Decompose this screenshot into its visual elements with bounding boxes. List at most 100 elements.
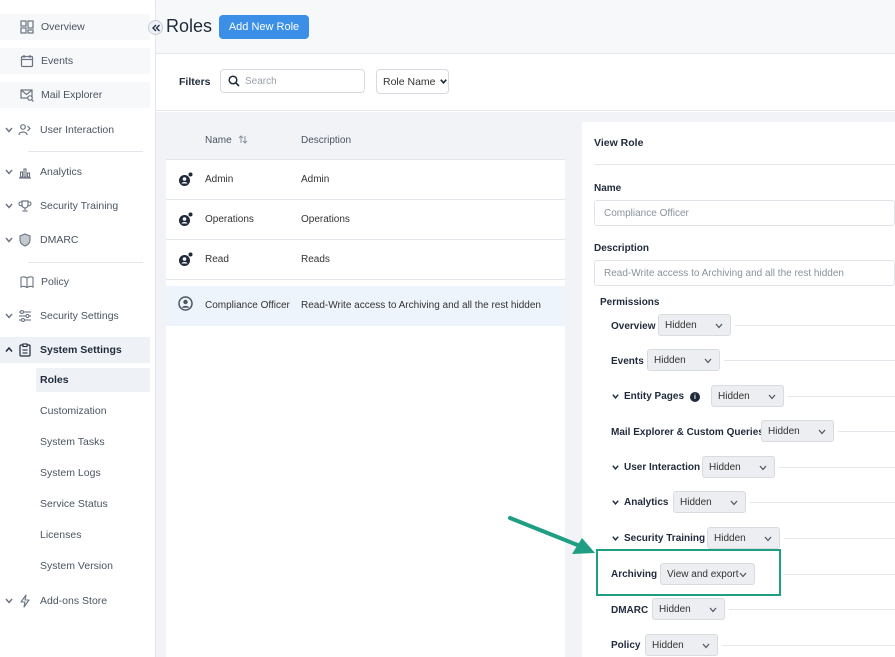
chevron-down-icon <box>5 203 13 209</box>
trophy-icon <box>18 200 32 212</box>
permission-overview-select[interactable]: Hidden <box>658 314 731 336</box>
role-name: Read <box>205 254 229 265</box>
chevron-down-icon <box>818 429 826 435</box>
annotation-arrow-icon <box>508 516 595 554</box>
permission-user-interaction-select[interactable]: Hidden <box>702 456 775 478</box>
chevron-down-icon[interactable] <box>611 498 620 507</box>
chevron-down-icon <box>709 607 717 613</box>
page-title: Roles <box>166 16 213 36</box>
divider <box>28 151 143 152</box>
sidebar-subitem-system-tasks[interactable]: System Tasks <box>36 430 150 454</box>
permission-events-select[interactable]: Hidden <box>647 349 720 371</box>
column-header-name[interactable]: Name <box>205 135 248 146</box>
chevron-down-icon <box>768 394 776 400</box>
permission-dmarc: DMARC <box>611 605 649 616</box>
permission-analytics-select[interactable]: Hidden <box>673 491 746 513</box>
chevron-down-icon[interactable] <box>611 463 620 472</box>
dashboard-icon <box>20 20 34 34</box>
sidebar-item-label: Analytics <box>40 166 83 178</box>
table-row[interactable]: Admin Admin <box>166 160 565 200</box>
role-name: Admin <box>205 174 234 185</box>
sidebar-item-policy[interactable]: Policy <box>0 269 150 295</box>
add-new-role-button[interactable]: Add New Role <box>219 15 309 39</box>
sidebar-item-security-settings[interactable]: Security Settings <box>0 303 150 329</box>
sidebar-item-label: Security Settings <box>40 310 119 322</box>
mail-search-icon <box>20 89 34 102</box>
sidebar-item-addons-store[interactable]: Add-ons Store <box>0 588 150 614</box>
permission-mail-explorer: Mail Explorer & Custom Queries <box>611 427 764 438</box>
permission-security-training-select[interactable]: Hidden <box>707 527 780 549</box>
sidebar-item-analytics[interactable]: Analytics <box>0 159 150 185</box>
collapse-sidebar-button[interactable] <box>148 20 163 35</box>
table-row-selected[interactable]: Compliance Officer Read-Write access to … <box>166 286 565 326</box>
sidebar-item-security-training[interactable]: Security Training <box>0 193 150 219</box>
view-role-title: View Role <box>594 137 644 149</box>
search-box[interactable] <box>220 69 365 93</box>
divider <box>783 574 895 575</box>
sidebar: Overview Events Mail Explorer User Inter… <box>0 0 156 657</box>
role-name: Operations <box>205 214 254 225</box>
column-header-description: Description <box>301 135 352 146</box>
sidebar-item-label: User Interaction <box>40 124 115 136</box>
sidebar-item-overview[interactable]: Overview <box>0 14 150 40</box>
permission-entity-pages-select[interactable]: Hidden <box>711 385 784 407</box>
permission-security-training: Security Training <box>624 533 706 544</box>
permission-value: Hidden <box>680 496 712 508</box>
role-description: Operations <box>301 214 350 225</box>
user-circle-icon <box>178 296 193 311</box>
sidebar-item-label: Policy <box>41 276 70 288</box>
table-row[interactable]: Operations Operations <box>166 200 565 240</box>
sidebar-subitem-system-logs[interactable]: System Logs <box>36 461 150 485</box>
chevron-down-icon[interactable] <box>611 392 620 401</box>
sidebar-item-label: Security Training <box>40 200 119 212</box>
role-name-sort-label: Role Name <box>383 75 436 88</box>
chevron-down-icon <box>5 169 13 175</box>
sidebar-item-dmarc[interactable]: DMARC <box>0 227 150 253</box>
sidebar-item-system-settings[interactable]: System Settings <box>0 337 150 363</box>
analytics-icon <box>19 168 31 179</box>
book-icon <box>20 276 34 289</box>
permission-policy: Policy <box>611 640 641 651</box>
divider <box>838 431 895 432</box>
search-input[interactable] <box>245 73 360 89</box>
chevron-down-icon <box>764 536 772 542</box>
sidebar-subitem-service-status[interactable]: Service Status <box>36 492 150 516</box>
divider <box>724 360 895 361</box>
permission-value: Hidden <box>665 319 697 331</box>
divider <box>750 502 895 503</box>
info-icon[interactable]: i <box>690 392 700 402</box>
permission-value: Hidden <box>709 461 741 473</box>
permission-mail-explorer-select[interactable]: Hidden <box>761 420 834 442</box>
permission-value: Hidden <box>659 603 691 615</box>
role-description: Read-Write access to Archiving and all t… <box>301 300 541 311</box>
sidebar-subitem-customization[interactable]: Customization <box>36 399 150 423</box>
clipboard-icon <box>19 343 31 357</box>
divider <box>722 645 895 646</box>
chevron-down-icon[interactable] <box>611 534 620 543</box>
permission-dmarc-select[interactable]: Hidden <box>652 598 725 620</box>
sidebar-item-events[interactable]: Events <box>0 48 150 74</box>
description-label: Description <box>594 243 650 254</box>
description-field[interactable]: Read-Write access to Archiving and all t… <box>594 260 895 286</box>
permission-user-interaction: User Interaction <box>624 462 701 473</box>
chevron-down-icon <box>759 465 767 471</box>
permission-value: Hidden <box>768 425 800 437</box>
table-row[interactable]: Read Reads <box>166 240 565 280</box>
chevron-down-icon <box>5 127 13 133</box>
chevron-down-icon <box>702 643 710 649</box>
role-name-sort-dropdown[interactable]: Role Name <box>376 69 449 94</box>
permission-policy-select[interactable]: Hidden <box>645 634 718 656</box>
chevron-down-icon <box>704 358 712 364</box>
role-name: Compliance Officer <box>205 300 290 311</box>
sidebar-subitem-licenses[interactable]: Licenses <box>36 523 150 547</box>
permission-analytics: Analytics <box>624 497 669 508</box>
sidebar-subitem-roles[interactable]: Roles <box>36 368 150 392</box>
permission-value: Hidden <box>654 354 686 366</box>
search-icon <box>228 75 240 87</box>
user-interaction-icon <box>18 124 31 136</box>
sidebar-subitem-system-version[interactable]: System Version <box>36 554 150 578</box>
sidebar-item-user-interaction[interactable]: User Interaction <box>0 117 150 143</box>
sort-icon <box>239 135 248 144</box>
name-field[interactable]: Compliance Officer <box>594 200 895 226</box>
sidebar-item-mail-explorer[interactable]: Mail Explorer <box>0 82 150 108</box>
